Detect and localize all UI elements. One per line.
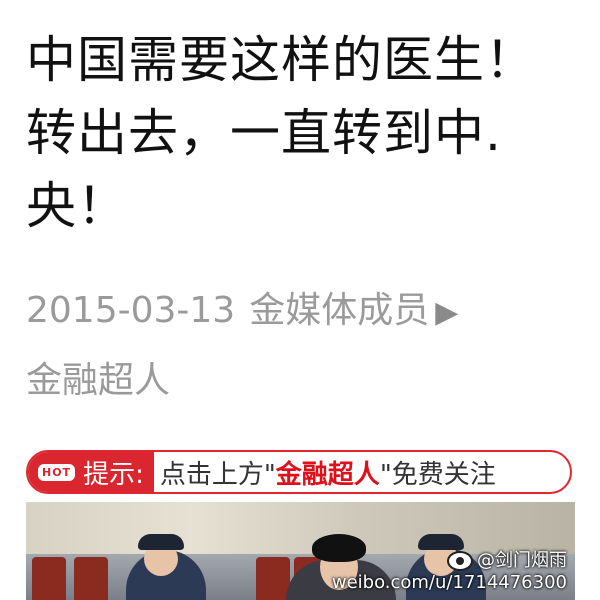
photo-chair <box>74 557 108 600</box>
tip-message: 点击上方" 金融超人 "免费关注 <box>154 454 570 491</box>
article-meta: 2015-03-13 金媒体成员 ▶ 金融超人 <box>26 285 586 407</box>
weibo-icon <box>447 551 473 571</box>
article-photo: @剑门烟雨 weibo.com/u/1714476300 <box>26 502 575 600</box>
watermark-url: weibo.com/u/1714476300 <box>331 572 567 593</box>
arrow-right-icon[interactable]: ▶ <box>435 295 458 330</box>
photo-background-wall <box>26 502 575 554</box>
account-name-link[interactable]: 金融超人 <box>276 454 380 491</box>
article-title: 中国需要这样的医生！转出去，一直转到中.央！ <box>26 31 536 235</box>
photo-cap <box>418 534 464 550</box>
photo-cap <box>138 534 184 550</box>
photo-chair <box>256 557 290 600</box>
follow-tip-banner[interactable]: HOT 提示: 点击上方" 金融超人 "免费关注 <box>26 450 572 494</box>
tip-label-box: HOT 提示: <box>28 452 154 492</box>
hot-badge: HOT <box>38 463 76 481</box>
publish-date: 2015-03-13 <box>26 290 236 331</box>
source-link[interactable]: 金媒体成员 <box>249 290 429 331</box>
tip-label: 提示: <box>83 459 144 490</box>
watermark-user: @剑门烟雨 <box>477 550 567 571</box>
photo-chair <box>32 557 66 600</box>
weibo-watermark: @剑门烟雨 weibo.com/u/1714476300 <box>332 550 567 594</box>
tip-text-before: 点击上方" <box>159 459 276 490</box>
author-link[interactable]: 金融超人 <box>26 355 586 407</box>
tip-text-after: "免费关注 <box>379 459 496 490</box>
